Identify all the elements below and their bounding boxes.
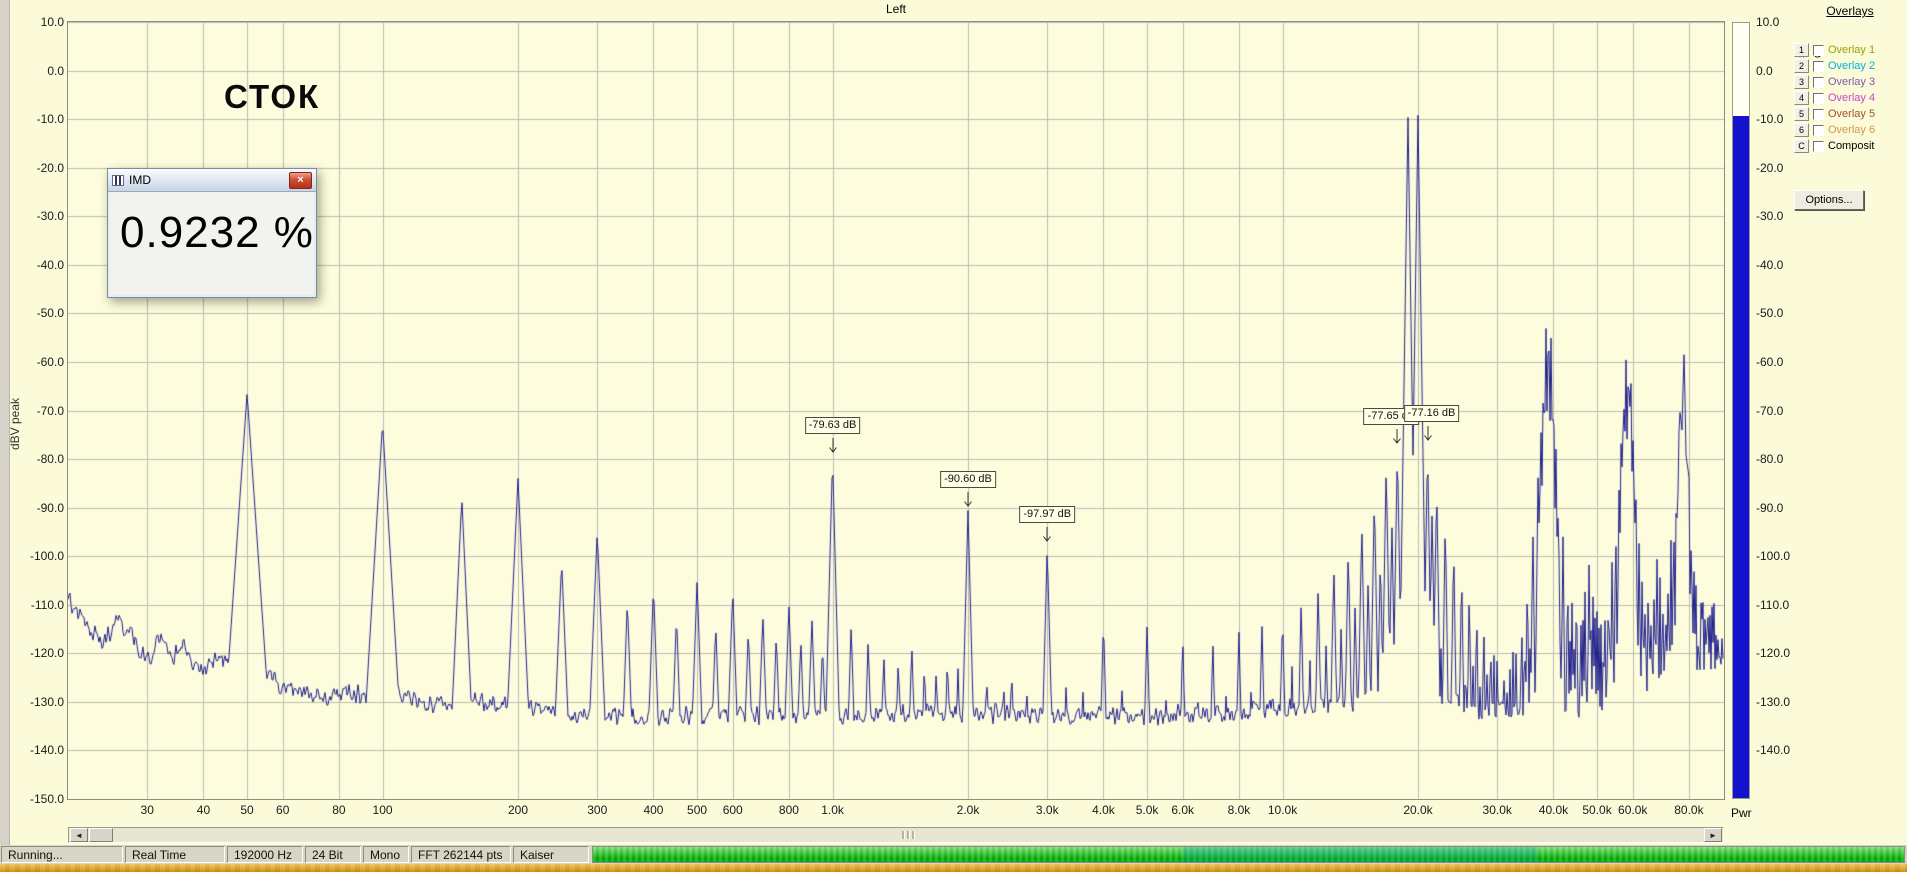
meter-label: Pwr: [1731, 806, 1752, 820]
overlay-on-checkbox-4[interactable]: [1813, 92, 1824, 104]
capture-progress-bar: [592, 846, 1905, 863]
y-tick-label-left: -110.0: [30, 597, 64, 612]
horizontal-scrollbar[interactable]: ◄ ►: [68, 827, 1724, 843]
stock-annotation: СТОК: [224, 78, 321, 115]
plot-frame: [67, 21, 1725, 800]
overlay-set-button-2[interactable]: 2: [1794, 59, 1809, 73]
imd-dialog-title: IMD: [129, 173, 151, 187]
status-segment-6: FFT 262144 pts: [411, 846, 511, 863]
y-tick-label-right: -140.0: [1756, 743, 1791, 758]
imd-value: 0.9232 %: [120, 208, 314, 257]
y-tick-label-right: -80.0: [1756, 452, 1784, 467]
y-tick-label-left: -140.0: [29, 743, 64, 758]
overlay-label-2: Overlay 2: [1828, 60, 1876, 72]
overlays-panel-title: Overlays: [1826, 4, 1874, 18]
overlay-row-3: 3 Overlay 3: [1794, 74, 1906, 90]
spectrum-analyzer-window: Left dBV peak 10.0 0.0 -10.0 -20.0 -30.0 -40.…: [0, 0, 1907, 872]
overlay-label-C: Composit: [1828, 140, 1875, 152]
status-segment-5: Mono: [363, 846, 409, 863]
overlays-options-button[interactable]: Options...: [1794, 190, 1864, 210]
overlay-on-checkbox-1[interactable]: [1813, 44, 1824, 56]
overlay-on-checkbox-C[interactable]: [1813, 140, 1824, 152]
y-tick-label-right: -20.0: [1756, 160, 1784, 175]
y-tick-label-left: -20.0: [36, 160, 64, 175]
overlay-row-2: 2 Overlay 2: [1794, 58, 1906, 74]
overlay-set-button-3[interactable]: 3: [1794, 75, 1809, 89]
overlay-row-C: C Composit: [1794, 138, 1906, 154]
y-tick-label-left: -30.0: [36, 209, 64, 224]
overlay-set-button-5[interactable]: 5: [1794, 107, 1809, 121]
overlays-list: 1 Overlay 1 2 Overlay 2 3 Overlay 3 4 Overlay 4…: [1794, 42, 1906, 154]
overlay-row-4: 4 Overlay 4: [1794, 90, 1906, 106]
y-tick-label-right: -130.0: [1756, 694, 1791, 709]
status-segment-7: Kaiser: [513, 846, 589, 863]
overlay-on-checkbox-5[interactable]: [1813, 108, 1824, 120]
y-tick-label-right: -90.0: [1756, 500, 1784, 515]
y-tick-label-left: -90.0: [36, 500, 64, 515]
y-tick-label-right: -120.0: [1756, 646, 1791, 661]
close-icon[interactable]: ×: [289, 171, 312, 189]
y-tick-label-right: -30.0: [1756, 209, 1784, 224]
overlay-label-3: Overlay 3: [1828, 76, 1876, 88]
y-tick-label-right: -110.0: [1756, 597, 1790, 612]
scrollbar-thumb[interactable]: [89, 828, 113, 842]
meter-fill: [1733, 116, 1749, 798]
overlay-label-5: Overlay 5: [1828, 108, 1876, 120]
y-tick-label-left: -130.0: [29, 694, 64, 709]
y-tick-label-left: -40.0: [36, 257, 64, 272]
overlay-set-button-1[interactable]: 1: [1794, 43, 1809, 57]
x-tick-label: 20.0k: [1403, 803, 1433, 817]
overlay-on-checkbox-2[interactable]: [1813, 60, 1824, 72]
overlay-set-button-C[interactable]: C: [1794, 139, 1809, 153]
y-tick-label-left: 10.0: [40, 15, 64, 29]
y-tick-label-left: -80.0: [36, 452, 64, 467]
imd-dialog: IMD × 0.9232 %: [107, 168, 317, 298]
overlay-set-button-6[interactable]: 6: [1794, 123, 1809, 137]
overlay-label-6: Overlay 6: [1828, 124, 1876, 136]
x-tick-label: 2.0k: [956, 803, 980, 817]
imd-dialog-icon: [112, 174, 124, 186]
y-tick-label-right: -60.0: [1756, 354, 1784, 369]
status-segment-4: 24 Bit: [305, 846, 361, 863]
y-tick-label-left: -50.0: [36, 306, 64, 321]
bottom-activity-bar: [0, 864, 1907, 872]
x-tick-label: 200: [507, 803, 529, 817]
status-bar: Running... Real Time 192000 Hz 24 Bit Mono FF…: [0, 845, 1907, 864]
channel-title: Left: [885, 2, 906, 16]
y-tick-label-left: 0.0: [47, 63, 64, 78]
scroll-right-icon[interactable]: ►: [1704, 828, 1722, 842]
y-tick-label-left: -150.0: [29, 792, 64, 806]
power-level-meter: [1732, 22, 1750, 799]
status-segment-1: Running...: [1, 846, 123, 863]
y-tick-label-left: -100.0: [29, 549, 64, 564]
imd-dialog-titlebar[interactable]: IMD ×: [108, 169, 316, 192]
x-tick-label: 1.0k: [821, 803, 844, 817]
overlay-row-5: 5 Overlay 5: [1794, 106, 1906, 122]
x-tick-label: 80.0k: [1674, 803, 1704, 817]
overlay-label-4: Overlay 4: [1828, 92, 1876, 104]
scroll-left-icon[interactable]: ◄: [70, 828, 88, 842]
y-tick-label-right: -70.0: [1756, 403, 1784, 418]
y-tick-label-right: -40.0: [1756, 257, 1784, 272]
status-segment-3: 192000 Hz: [227, 846, 303, 863]
overlay-on-checkbox-6[interactable]: [1813, 124, 1824, 136]
x-tick-label: 100: [372, 803, 393, 817]
spectrum-plot-canvas[interactable]: [68, 22, 1724, 799]
y-tick-label-left: -120.0: [29, 646, 64, 661]
y-tick-label-left: -10.0: [36, 112, 64, 127]
overlay-set-button-4[interactable]: 4: [1794, 91, 1809, 105]
status-segment-2: Real Time: [125, 846, 225, 863]
overlay-on-checkbox-3[interactable]: [1813, 76, 1824, 88]
overlay-row-6: 6 Overlay 6: [1794, 122, 1906, 138]
y-tick-label-right: -100.0: [1756, 549, 1791, 564]
scrollbar-track[interactable]: [113, 828, 1703, 842]
y-tick-label-left: -60.0: [36, 354, 64, 369]
scrollbar-grip-icon[interactable]: [901, 831, 915, 839]
x-tick-label: 10.0k: [1267, 803, 1298, 817]
y-tick-label-left: -70.0: [36, 403, 64, 418]
overlay-row-1: 1 Overlay 1: [1794, 42, 1906, 58]
y-tick-label-right: -50.0: [1756, 306, 1784, 321]
overlay-label-1: Overlay 1: [1828, 44, 1876, 56]
